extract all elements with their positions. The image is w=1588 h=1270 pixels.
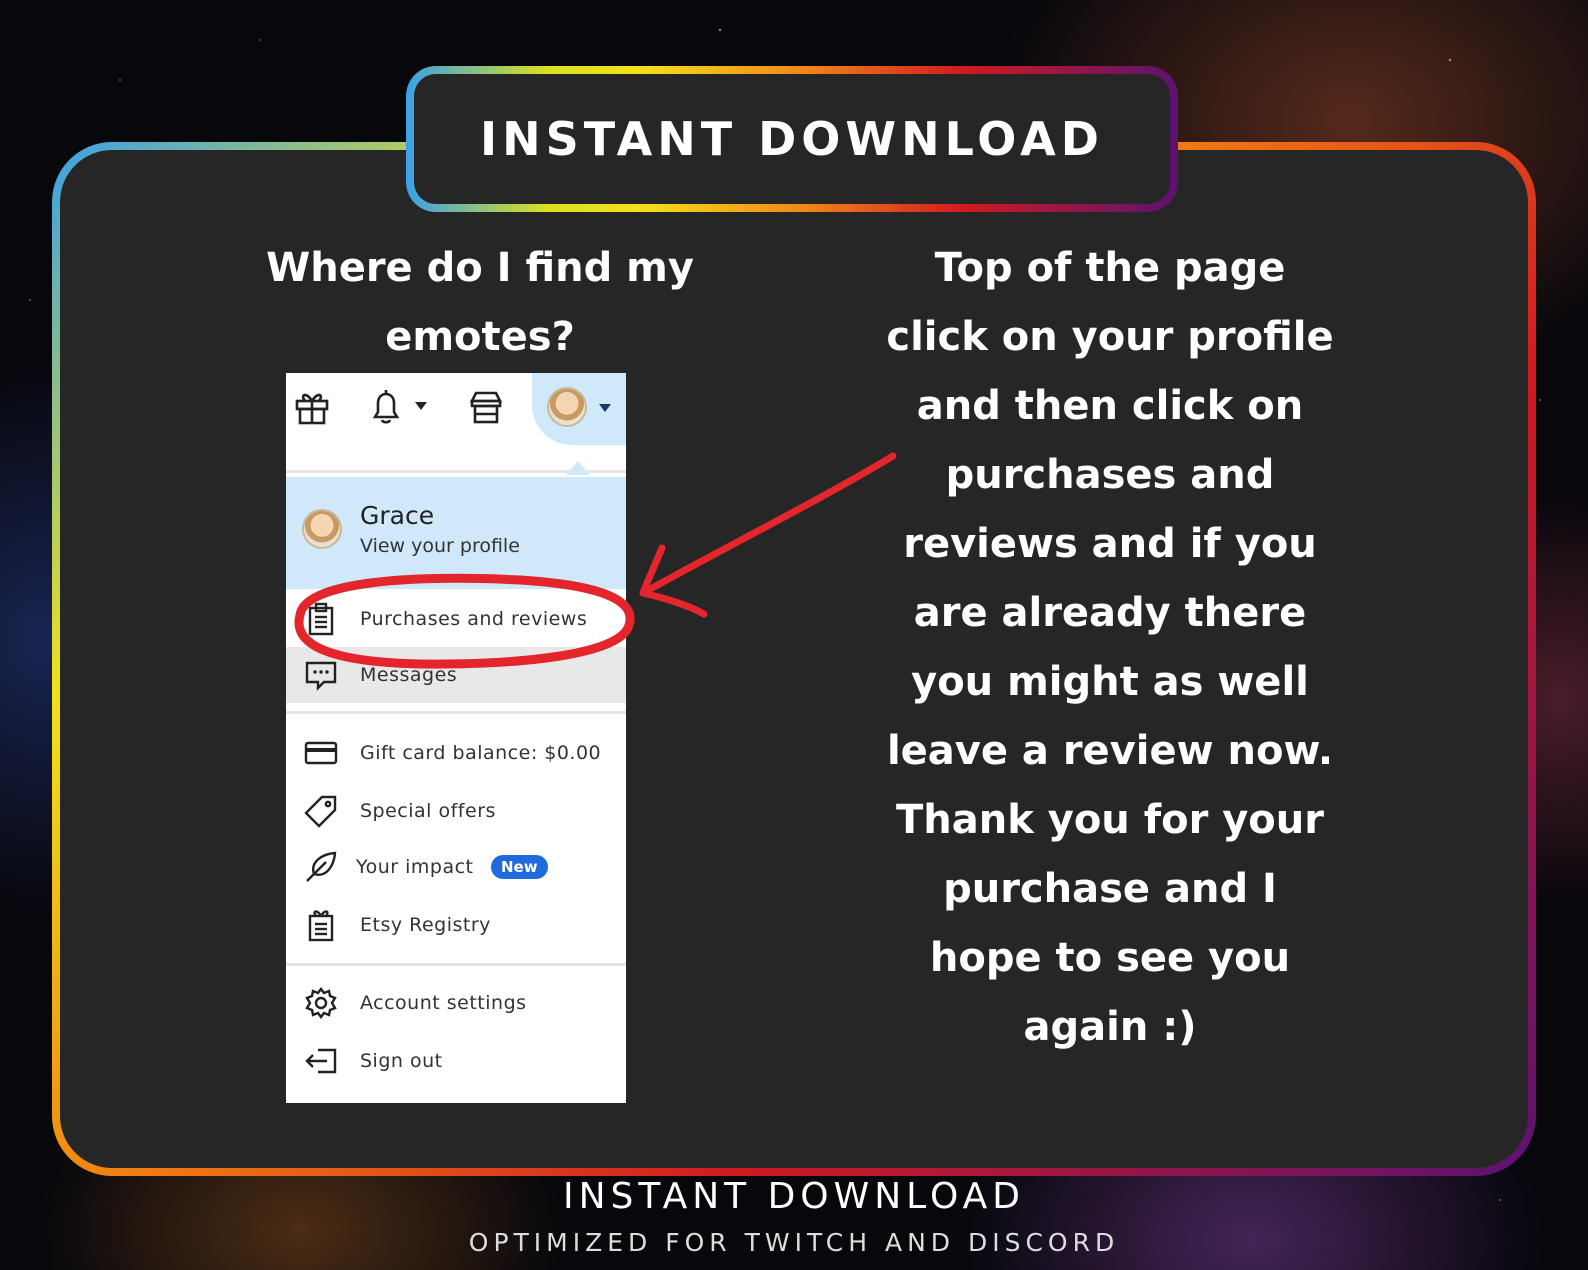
- answer-line: purchase and I: [943, 866, 1277, 912]
- menu-label: Purchases and reviews: [360, 608, 588, 630]
- answer-line: purchases and: [945, 452, 1275, 498]
- profile-name: Grace: [360, 501, 435, 530]
- menu-item-messages[interactable]: Messages: [286, 647, 626, 703]
- shop-icon[interactable]: [466, 387, 506, 427]
- answer-line: are already there: [913, 590, 1307, 636]
- credit-card-icon: [304, 741, 338, 765]
- answer-line: Top of the page: [934, 245, 1286, 291]
- menu-label: Etsy Registry: [360, 914, 491, 936]
- menu-item-signout[interactable]: Sign out: [286, 1033, 626, 1089]
- menu-label: Account settings: [360, 992, 527, 1014]
- chevron-down-icon[interactable]: [414, 401, 428, 411]
- answer-line: Thank you for your: [895, 797, 1324, 843]
- account-dropdown-screenshot: Grace View your profile Purchases and re…: [286, 373, 626, 1103]
- menu-label: Your impact: [356, 856, 474, 878]
- chevron-down-icon: [599, 404, 611, 412]
- leaf-icon: [306, 851, 337, 882]
- answer-line: you might as well: [911, 659, 1309, 705]
- answer-line: click on your profile: [886, 314, 1334, 360]
- answer-line: again :): [1023, 1004, 1197, 1050]
- menu-label: Messages: [360, 664, 458, 686]
- registry-icon: [308, 910, 334, 942]
- menu-item-impact[interactable]: Your impact New: [286, 839, 626, 895]
- menu-item-registry[interactable]: Etsy Registry: [286, 897, 626, 953]
- footer-subtitle: OPTIMIZED FOR TWITCH AND DISCORD: [468, 1228, 1120, 1257]
- gear-icon: [305, 987, 337, 1019]
- answer-line: leave a review now.: [886, 728, 1334, 774]
- title-banner-inner: INSTANT DOWNLOAD: [414, 74, 1170, 204]
- answer-line: and then click on: [916, 383, 1304, 429]
- menu-label: Special offers: [360, 800, 496, 822]
- new-badge: New: [491, 855, 548, 879]
- question-text: Where do I find my emotes?: [250, 234, 710, 372]
- menu-label: Sign out: [360, 1050, 443, 1072]
- view-profile-link[interactable]: View your profile: [360, 535, 520, 557]
- avatar: [547, 387, 587, 427]
- footer-title: INSTANT DOWNLOAD: [563, 1176, 1025, 1217]
- dropdown-caret: [566, 461, 590, 475]
- answer-text: Top of the page click on your profile an…: [840, 234, 1380, 1062]
- profile-menu-button[interactable]: [532, 373, 626, 445]
- title-banner: INSTANT DOWNLOAD: [406, 66, 1178, 212]
- clipboard-icon: [308, 602, 334, 636]
- tag-icon: [304, 795, 337, 828]
- site-header: [286, 373, 626, 475]
- message-icon: [305, 661, 337, 691]
- menu-item-purchases[interactable]: Purchases and reviews: [286, 591, 626, 647]
- answer-line: reviews and if you: [903, 521, 1317, 567]
- banner-title: INSTANT DOWNLOAD: [480, 112, 1104, 166]
- answer-line: hope to see you: [929, 935, 1291, 981]
- avatar: [302, 509, 342, 549]
- question-line: Where do I find my: [266, 245, 694, 291]
- divider: [286, 711, 626, 714]
- question-line: emotes?: [385, 314, 575, 360]
- menu-item-settings[interactable]: Account settings: [286, 975, 626, 1031]
- gift-icon[interactable]: [292, 387, 332, 427]
- menu-item-gift-card[interactable]: Gift card balance: $0.00: [286, 725, 626, 781]
- divider: [286, 963, 626, 966]
- sign-out-icon: [305, 1048, 337, 1074]
- bell-icon[interactable]: [366, 387, 406, 427]
- menu-item-offers[interactable]: Special offers: [286, 783, 626, 839]
- menu-label: Gift card balance: $0.00: [360, 742, 602, 764]
